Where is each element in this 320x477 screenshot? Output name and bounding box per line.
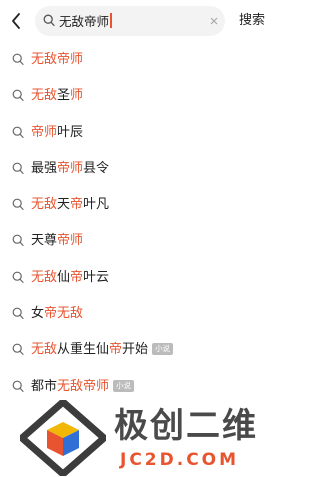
suggestion-label: 天尊帝师 <box>31 232 83 249</box>
back-button[interactable] <box>7 10 25 32</box>
search-icon <box>12 126 24 138</box>
suggestion-text: 从重生仙 <box>57 342 110 358</box>
highlighted-text: 师 <box>70 88 84 104</box>
suggestion-item[interactable]: 无敌圣师 <box>0 78 276 114</box>
search-query-text: 无敌帝师 <box>59 14 110 29</box>
suggestion-item[interactable]: 最强帝师县令 <box>0 151 276 187</box>
highlighted-text: 帝师 <box>57 233 84 249</box>
suggestion-text: 天尊 <box>31 233 58 249</box>
suggestion-text: 最强 <box>31 160 58 176</box>
search-icon <box>12 89 24 102</box>
highlighted-text: 帝师 <box>57 160 84 176</box>
suggestion-text: 县令 <box>83 160 110 176</box>
suggestion-label: 无敌帝师 <box>31 51 83 68</box>
search-icon <box>12 307 24 320</box>
search-icon <box>43 14 55 27</box>
suggestion-item[interactable]: 无敌从重生仙帝开始 小说 <box>0 332 276 368</box>
highlighted-text: 帝 <box>70 269 84 285</box>
suggestion-text: 都市 <box>31 378 58 394</box>
highlighted-text: 无敌 <box>31 88 58 104</box>
watermark-subtitle: JC2D.COM <box>120 450 240 470</box>
search-button[interactable]: 搜索 <box>239 13 265 29</box>
logo-cube-icon <box>20 400 106 476</box>
text-caret <box>110 13 113 28</box>
suggestion-text: 天 <box>57 197 71 213</box>
highlighted-text: 帝 <box>70 197 84 213</box>
search-icon <box>12 380 24 392</box>
highlighted-text: 帝师 <box>31 124 58 140</box>
search-icon <box>12 162 24 174</box>
highlighted-text: 无敌 <box>31 197 58 213</box>
suggestion-label: 最强帝师县令 <box>31 160 109 177</box>
suggestion-item[interactable]: 帝师叶辰 <box>0 115 276 151</box>
suggestion-text: 仙 <box>57 269 71 285</box>
search-field[interactable]: 无敌帝师 <box>35 6 225 36</box>
clear-icon[interactable] <box>207 14 221 28</box>
highlighted-text: 无敌 <box>31 269 58 285</box>
highlighted-text: 无敌帝师 <box>31 52 84 67</box>
suggestion-label: 无敌圣师 <box>31 87 83 104</box>
highlighted-text: 无敌帝师 <box>57 378 110 394</box>
suggestion-label: 女帝无敌 <box>31 305 83 322</box>
watermark: 极创二维 JC2D.COM <box>20 400 270 476</box>
suggestion-label: 帝师叶辰 <box>31 124 83 141</box>
suggestion-item[interactable]: 无敌天帝叶凡 <box>0 187 276 223</box>
search-icon <box>12 235 24 247</box>
search-icon <box>12 198 24 211</box>
category-badge: 小说 <box>113 379 135 392</box>
suggestion-text: 叶云 <box>83 269 110 285</box>
suggestion-item[interactable]: 无敌帝师 <box>0 42 276 78</box>
suggestion-text: 叶辰 <box>57 124 84 140</box>
suggestion-label: 无敌仙帝叶云 <box>31 269 109 286</box>
suggestion-label: 都市无敌帝师 小说 <box>31 378 135 395</box>
search-icon <box>12 343 24 356</box>
search-icon <box>12 271 24 283</box>
search-input[interactable]: 无敌帝师 <box>59 13 113 30</box>
highlighted-text: 帝 <box>109 342 123 358</box>
highlighted-text: 无敌 <box>31 342 58 358</box>
back-arrow-icon <box>12 13 20 29</box>
search-icon <box>12 53 24 65</box>
suggestion-item[interactable]: 天尊帝师 <box>0 223 276 259</box>
suggestion-text: 女 <box>31 306 45 322</box>
suggestion-list: 无敌帝师 无敌圣师 帝师叶辰 最强帝师县令 无敌天帝叶凡 天尊帝师 无敌仙帝叶云 女帝无敌 无敌… <box>0 42 276 405</box>
suggestion-item[interactable]: 无敌仙帝叶云 <box>0 260 276 296</box>
search-header: 无敌帝师 搜索 <box>0 0 276 44</box>
suggestion-item[interactable]: 女帝无敌 <box>0 296 276 332</box>
suggestion-text: 叶凡 <box>83 197 110 213</box>
suggestion-text: 圣 <box>57 88 71 104</box>
suggestion-label: 无敌天帝叶凡 <box>31 196 109 213</box>
suggestion-label: 无敌从重生仙帝开始 小说 <box>31 341 174 358</box>
watermark-title: 极创二维 <box>114 406 258 446</box>
highlighted-text: 帝无敌 <box>44 306 84 322</box>
suggestion-text: 开始 <box>122 342 149 358</box>
category-badge: 小说 <box>152 343 174 356</box>
